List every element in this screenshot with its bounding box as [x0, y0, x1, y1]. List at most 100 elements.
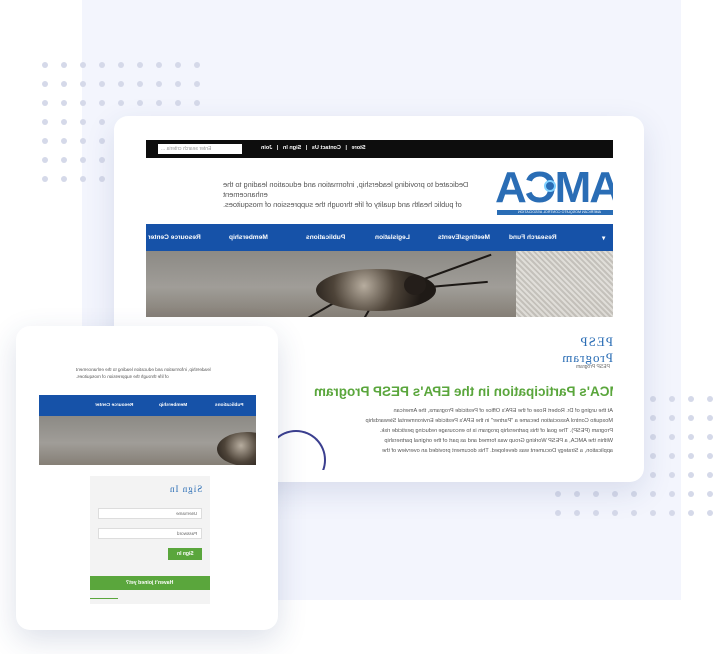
amca-logo[interactable]: AMCA AMERICAN MOSQUITO CONTROL ASSOCIATI… [497, 163, 613, 216]
decorative-dot [555, 510, 561, 516]
decorative-dot [99, 176, 105, 182]
decorative-dot [707, 491, 713, 497]
decorative-dot [707, 396, 713, 402]
decorative-dot [42, 100, 48, 106]
site-header: Dedicated to providing leadership, infor… [146, 158, 613, 222]
decorative-dot [650, 491, 656, 497]
hero-mosquito-image [146, 251, 613, 317]
decorative-dot [669, 510, 675, 516]
decorative-dot [80, 62, 86, 68]
join-link[interactable]: Join [261, 145, 272, 151]
decorative-dot [194, 100, 200, 106]
sign-in-button[interactable]: Sign In [168, 548, 202, 560]
breadcrumb[interactable]: PESP Program [576, 364, 610, 370]
decorative-dot [99, 100, 105, 106]
decorative-dot [99, 138, 105, 144]
decorative-dot [669, 396, 675, 402]
decorative-dot [156, 81, 162, 87]
nav-item-research-fund[interactable]: Research Fund [509, 234, 557, 241]
site-tagline: Dedicated to providing leadership, infor… [223, 180, 469, 209]
decorative-dot [688, 396, 694, 402]
decorative-dot [80, 119, 86, 125]
decorative-dot [650, 396, 656, 402]
decorative-dot [650, 453, 656, 459]
nav-item-legislation[interactable]: Legislation [375, 234, 410, 241]
decorative-dot [669, 434, 675, 440]
decorative-dot [175, 81, 181, 87]
nav-item-publications[interactable]: Publications [215, 403, 244, 408]
decorative-dot [42, 138, 48, 144]
decorative-dot [650, 415, 656, 421]
password-field[interactable]: Password [98, 528, 202, 539]
decorative-dot [61, 119, 67, 125]
decorative-dot [156, 62, 162, 68]
nav-item-resource-center[interactable]: Resource Center [148, 234, 201, 241]
decorative-dot [80, 176, 86, 182]
decorative-dot [99, 157, 105, 163]
decorative-dot [61, 157, 67, 163]
decorative-dot [118, 81, 124, 87]
username-field[interactable]: Username [98, 508, 202, 519]
decorative-dot [194, 62, 200, 68]
decorative-dot [99, 119, 105, 125]
decorative-dot [80, 81, 86, 87]
decorative-dot [61, 62, 67, 68]
join-button[interactable]: Haven't joined yet? [90, 576, 210, 590]
decorative-dot [61, 100, 67, 106]
decorative-dot [175, 100, 181, 106]
nav-item-publications[interactable]: Publications [306, 234, 345, 241]
decorative-dot [118, 100, 124, 106]
search-input[interactable]: Enter search criteria ... [158, 144, 242, 154]
nav-item-resource-center[interactable]: Resource Center [95, 403, 133, 408]
article-body: At the urging of Dr. Robert Rose of the … [365, 408, 613, 454]
contact-us-link[interactable]: Contact Us [312, 145, 341, 151]
decorative-dot [650, 434, 656, 440]
decorative-dot [80, 100, 86, 106]
article-headline: AMCA's Participation in the EPA's PESP P… [314, 384, 613, 399]
main-navigation: Resource Center Membership Publications … [146, 224, 613, 251]
decorative-dot [80, 157, 86, 163]
website-screenshot-small: leadership, information and education le… [39, 350, 256, 490]
decorative-dot [175, 62, 181, 68]
decorative-dot [99, 81, 105, 87]
decorative-dot [593, 491, 599, 497]
sign-in-panel: Sign In Username Password Sign In Haven'… [90, 476, 210, 604]
decorative-dot [612, 491, 618, 497]
nav-item-membership[interactable]: Membership [159, 403, 187, 408]
decorative-dot [61, 81, 67, 87]
decorative-dot [80, 138, 86, 144]
decorative-dot [137, 62, 143, 68]
decorative-dot [99, 62, 105, 68]
decorative-dot [555, 491, 561, 497]
nav-item-meetings-events[interactable]: Meetings/Events [438, 234, 490, 241]
mobile-preview-card: leadership, information and education le… [16, 326, 278, 630]
search-placeholder: Enter search criteria ... [161, 146, 212, 152]
decorative-dot [707, 510, 713, 516]
decorative-dot [669, 472, 675, 478]
decorative-dot [631, 491, 637, 497]
chevron-down-icon[interactable]: ▾ [602, 234, 605, 242]
decorative-dot [574, 491, 580, 497]
decorative-dot [688, 453, 694, 459]
decorative-dot [137, 81, 143, 87]
page-title: PESP Program [561, 334, 613, 365]
decorative-dot [42, 119, 48, 125]
decorative-dot [42, 62, 48, 68]
decorative-dot [42, 81, 48, 87]
store-link[interactable]: Store [352, 145, 366, 151]
decorative-dot [688, 510, 694, 516]
decorative-dot [156, 100, 162, 106]
decorative-dot [631, 510, 637, 516]
decorative-dot [42, 176, 48, 182]
decorative-dot [688, 434, 694, 440]
decorative-dot [707, 434, 713, 440]
utility-links: Store | Contact Us | Sign In | Join [261, 145, 366, 151]
sign-in-link[interactable]: Sign In [283, 145, 301, 151]
decorative-dot [707, 415, 713, 421]
decorative-dot [61, 138, 67, 144]
nav-item-membership[interactable]: Membership [229, 234, 268, 241]
decorative-dot [194, 81, 200, 87]
mosquito-emblem-icon [544, 180, 556, 192]
hero-mosquito-image [39, 416, 256, 465]
decorative-dot [118, 62, 124, 68]
